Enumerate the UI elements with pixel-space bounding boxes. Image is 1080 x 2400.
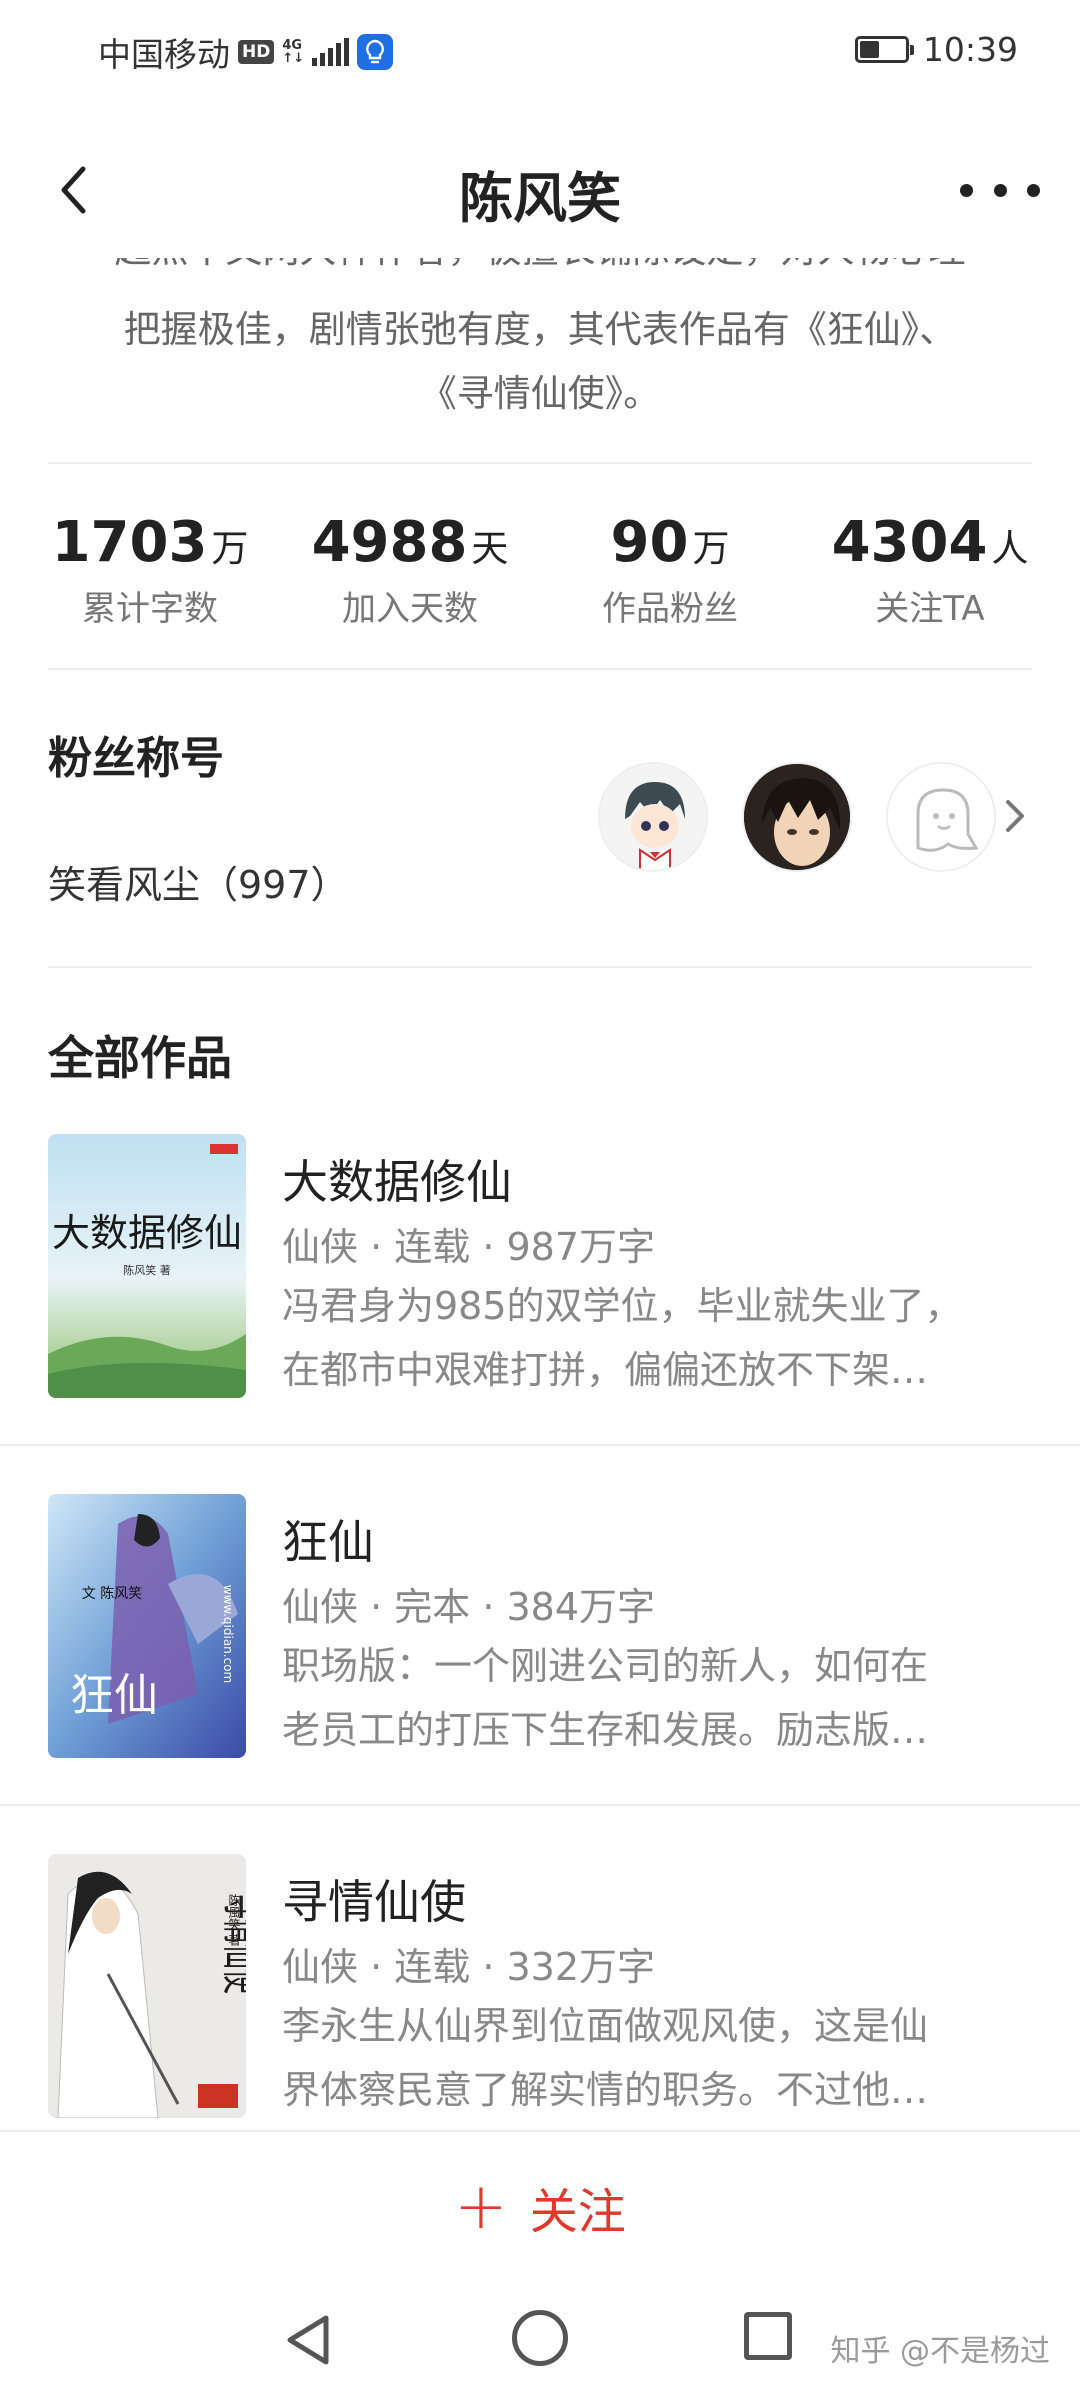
stat-unit: 万 bbox=[692, 527, 730, 570]
stat-value: 90 bbox=[610, 510, 689, 575]
fan-avatar[interactable] bbox=[598, 762, 708, 872]
cover-author: 陈風笑 著 bbox=[227, 1893, 241, 1947]
author-stats: 1703 万 累计字数 4988 天 加入天数 90 万 作品粉丝 4304 人… bbox=[0, 510, 1080, 640]
signal-icon bbox=[312, 38, 350, 66]
cover-author: 陈风笑 著 bbox=[123, 1263, 171, 1277]
divider bbox=[48, 668, 1032, 670]
system-back-icon[interactable] bbox=[280, 2310, 340, 2370]
stat-label: 作品粉丝 bbox=[602, 589, 738, 629]
follow-bar: + 关注 bbox=[0, 2130, 1080, 2280]
status-left: 中国移动 HD 4G ↑↓ bbox=[98, 30, 394, 74]
divider bbox=[48, 462, 1032, 464]
top-nav-bar: 陈风笑 bbox=[0, 120, 1080, 260]
intro-cut-line: 起点中文网大神作者，极擅长铺陈设定，对人物心理 bbox=[56, 258, 1024, 282]
divider bbox=[0, 1804, 1080, 1806]
fan-avatar[interactable] bbox=[742, 762, 852, 872]
more-button[interactable] bbox=[960, 170, 1040, 210]
stat-fans[interactable]: 90 万 作品粉丝 bbox=[540, 510, 800, 640]
stat-unit: 万 bbox=[211, 527, 249, 570]
cover-title: 狂仙 bbox=[70, 1670, 158, 1721]
stat-label: 累计字数 bbox=[82, 589, 218, 629]
author-intro: 把握极佳，剧情张弛有度，其代表作品有《狂仙》、 《寻情仙使》。 bbox=[56, 298, 1024, 426]
hd-badge: HD bbox=[238, 40, 275, 64]
status-right: 10:39 bbox=[854, 30, 1018, 69]
book-cover: 寻情仙使 陈風笑 著 bbox=[48, 1854, 246, 2118]
book-cover: 狂仙 文 陈风笑 www.qidian.com bbox=[48, 1494, 246, 1758]
more-dots-icon bbox=[960, 183, 973, 197]
network-type: 4G ↑↓ bbox=[282, 38, 305, 66]
book-cover: 大数据修仙 陈风笑 著 bbox=[48, 1134, 246, 1398]
book-item[interactable]: 寻情仙使 陈風笑 著 寻情仙使 仙侠 · 连载 · 332万字 李永生从仙界到位… bbox=[0, 1854, 1080, 2154]
book-title: 狂仙 bbox=[282, 1515, 374, 1569]
stat-value: 4304 bbox=[831, 510, 988, 575]
follow-button[interactable]: + 关注 bbox=[0, 2172, 1080, 2242]
book-description: 冯君身为985的双学位，毕业就失业了， 在都市中艰难打拼，偏偏还放不下架… bbox=[282, 1284, 963, 1392]
book-meta: 仙侠 · 连载 · 332万字 bbox=[282, 1945, 656, 1989]
intro-line: 把握极佳，剧情张弛有度，其代表作品有《狂仙》、 bbox=[123, 308, 957, 351]
all-works-title: 全部作品 bbox=[48, 1031, 232, 1085]
page-title: 陈风笑 bbox=[459, 167, 621, 230]
fan-avatar-default[interactable] bbox=[886, 762, 996, 872]
bulb-notification-icon bbox=[357, 34, 394, 70]
stat-word-count: 1703 万 累计字数 bbox=[20, 510, 280, 640]
intro-line: 《寻情仙使》。 bbox=[419, 372, 661, 415]
book-description: 李永生从仙界到位面做观风使，这是仙 界体察民意了解实情的职务。不过他… bbox=[282, 2004, 929, 2112]
divider bbox=[48, 966, 1032, 968]
carrier-label: 中国移动 bbox=[98, 35, 230, 74]
stat-value: 4988 bbox=[311, 510, 468, 575]
intro-cut-line-wrap: 起点中文网大神作者，极擅长铺陈设定，对人物心理 bbox=[0, 258, 1080, 298]
stat-days-joined: 4988 天 加入天数 bbox=[280, 510, 540, 640]
book-item[interactable]: 狂仙 文 陈风笑 www.qidian.com 狂仙 仙侠 · 完本 · 384… bbox=[0, 1494, 1080, 1794]
battery-level bbox=[859, 41, 880, 58]
plus-icon: + bbox=[454, 2170, 508, 2244]
book-item[interactable]: 大数据修仙 陈风笑 著 大数据修仙 仙侠 · 连载 · 987万字 冯君身为98… bbox=[0, 1134, 1080, 1434]
divider bbox=[0, 1444, 1080, 1446]
fans-title-name: 笑看风尘（997） bbox=[48, 863, 349, 907]
book-meta: 仙侠 · 连载 · 987万字 bbox=[282, 1225, 656, 1269]
stat-unit: 人 bbox=[991, 527, 1029, 570]
stat-followers[interactable]: 4304 人 关注TA bbox=[800, 510, 1060, 640]
book-meta: 仙侠 · 完本 · 384万字 bbox=[282, 1585, 656, 1629]
stat-label: 加入天数 bbox=[342, 589, 478, 629]
book-title: 大数据修仙 bbox=[282, 1155, 512, 1209]
system-home-icon[interactable] bbox=[512, 2310, 568, 2366]
system-nav-bar: 知乎 @不是杨过 bbox=[0, 2280, 1080, 2400]
cover-url: www.qidian.com bbox=[221, 1585, 235, 1683]
chevron-right-icon[interactable] bbox=[1000, 796, 1030, 836]
clock: 10:39 bbox=[922, 30, 1018, 69]
system-recents-icon[interactable] bbox=[744, 2312, 792, 2360]
fans-title: 粉丝称号 bbox=[48, 733, 224, 784]
stat-unit: 天 bbox=[471, 527, 509, 570]
watermark: 知乎 @不是杨过 bbox=[830, 2334, 1050, 2369]
stat-value: 1703 bbox=[51, 510, 208, 575]
book-title: 寻情仙使 bbox=[282, 1875, 466, 1929]
status-bar: 中国移动 HD 4G ↑↓ 10:39 bbox=[0, 0, 1080, 100]
stat-label: 关注TA bbox=[875, 589, 985, 629]
cover-author: 文 陈风笑 bbox=[82, 1585, 142, 1602]
battery-icon bbox=[854, 36, 914, 63]
cover-title: 大数据修仙 bbox=[52, 1211, 242, 1255]
book-description: 职场版：一个刚进公司的新人，如何在 老员工的打压下生存和发展。励志版… bbox=[282, 1644, 929, 1752]
follow-label: 关注 bbox=[529, 2184, 626, 2240]
